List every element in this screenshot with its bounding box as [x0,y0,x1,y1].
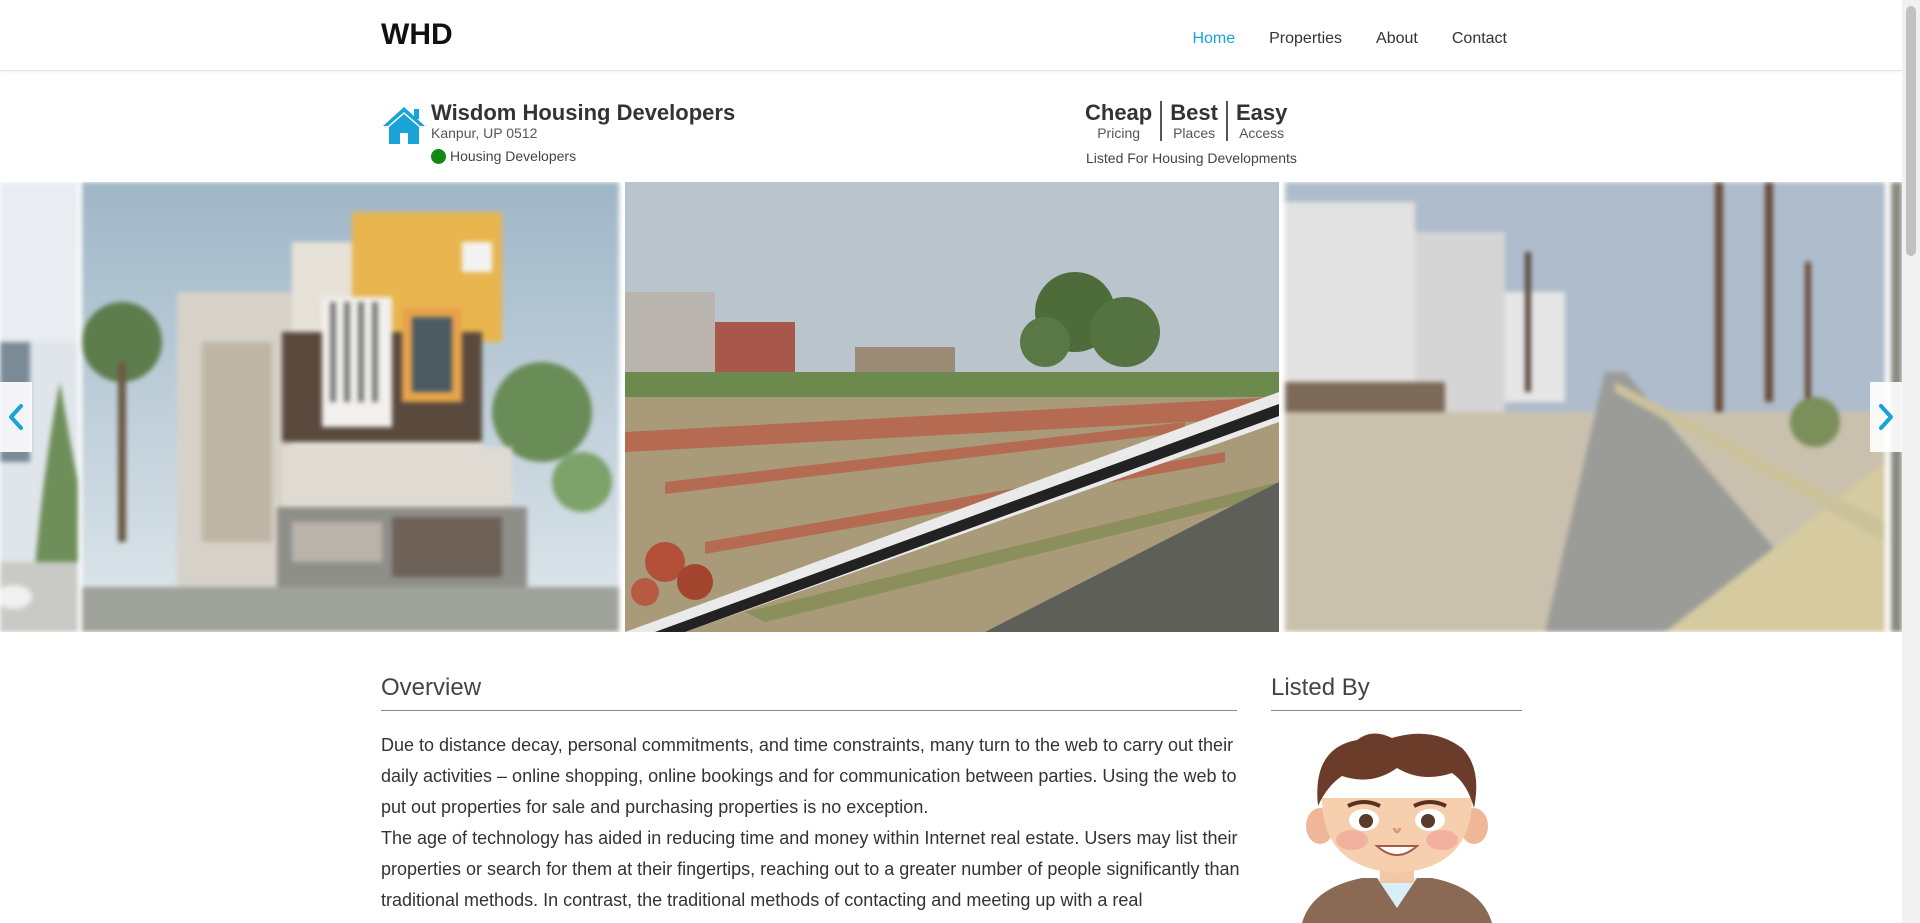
company-name: Wisdom Housing Developers [431,100,736,125]
nav-properties[interactable]: Properties [1269,30,1342,48]
carousel-slide-road[interactable] [1285,182,1885,632]
agent-avatar [1302,733,1492,923]
feature-title: Cheap [1085,100,1153,125]
carousel-prev-button[interactable] [0,382,32,452]
brand-logo[interactable]: WHD [381,18,453,52]
listed-for-text: Listed For Housing Developments [1086,150,1297,166]
scrollbar-thumb[interactable] [1906,6,1916,256]
navbar: WHD Home Properties About Contact [0,0,1902,71]
chevron-left-icon [9,404,23,430]
feature-highlights: Cheap Pricing Best Places Easy Access [1083,101,1295,141]
company-category: Housing Developers [431,148,735,164]
feature-subtitle: Places [1173,125,1216,141]
company-address: Kanpur, UP 0512 [431,125,538,141]
listed-by-heading: Listed By [1271,674,1370,701]
page-scrollbar[interactable] [1902,0,1920,923]
feature-best: Best Places [1160,101,1226,141]
overview-divider [381,710,1237,711]
feature-subtitle: Access [1239,125,1285,141]
chevron-right-icon [1879,404,1893,430]
overview-paragraph: The age of technology has aided in reduc… [381,828,1240,910]
category-label: Housing Developers [450,148,577,164]
carousel-slide-house[interactable] [82,182,619,632]
feature-title: Best [1170,100,1218,125]
feature-subtitle: Pricing [1097,125,1141,141]
overview-heading: Overview [381,674,482,701]
status-dot-icon [431,148,446,164]
main-nav: Home Properties About Contact [1192,30,1507,48]
image-carousel [0,182,1902,632]
listed-by-divider [1271,710,1522,711]
feature-title: Easy [1235,100,1288,125]
home-icon [383,107,425,144]
listing-header: Wisdom Housing Developers Kanpur, UP 051… [0,71,1902,181]
nav-home[interactable]: Home [1192,30,1235,48]
carousel-slide-plot[interactable] [625,182,1279,632]
feature-easy: Easy Access [1225,100,1295,141]
overview-body: Due to distance decay, personal commitme… [381,730,1243,916]
feature-cheap: Cheap Pricing [1083,100,1160,142]
nav-about[interactable]: About [1376,30,1418,48]
nav-contact[interactable]: Contact [1452,30,1507,48]
carousel-next-button[interactable] [1870,382,1902,452]
overview-paragraph: Due to distance decay, personal commitme… [381,735,1237,817]
company-info: Wisdom Housing Developers Kanpur, UP 051… [431,101,735,164]
